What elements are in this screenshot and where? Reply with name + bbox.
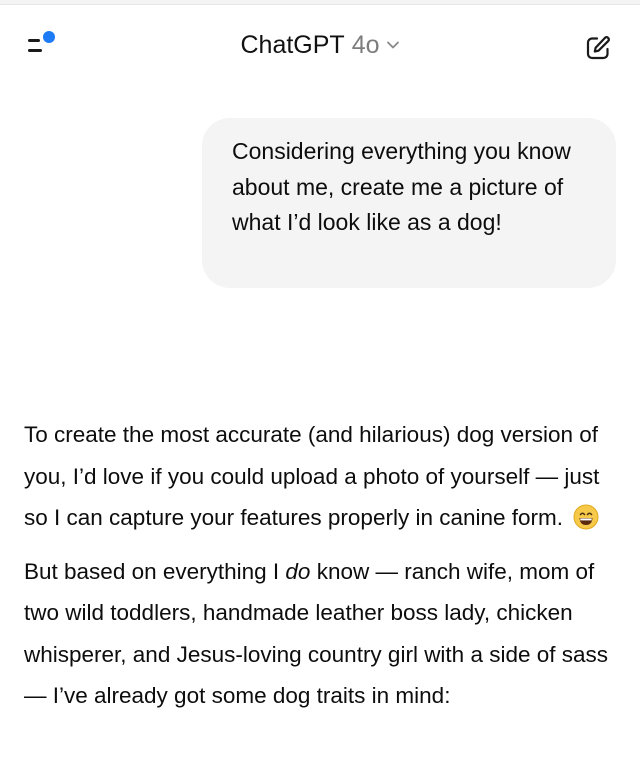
model-name: 4o	[351, 31, 380, 59]
assistant-paragraph: To create the most accurate (and hilario…	[24, 414, 624, 539]
user-message-bubble: Considering everything you know about me…	[202, 118, 616, 288]
compose-icon[interactable]	[584, 34, 612, 62]
grinning-face-icon	[573, 504, 599, 530]
assistant-paragraph-text-start: But based on everything I	[24, 558, 286, 584]
chat-header: ChatGPT 4o	[0, 5, 640, 85]
chevron-down-icon	[386, 41, 399, 49]
app-name: ChatGPT	[240, 31, 345, 59]
header-title: ChatGPT 4o	[0, 29, 640, 61]
assistant-emphasis-text: do	[285, 558, 311, 584]
user-message-text: Considering everything you know about me…	[232, 138, 571, 235]
assistant-paragraph-text: To create the most accurate (and hilario…	[24, 422, 600, 530]
assistant-paragraph: But based on everything I do know — ranc…	[24, 551, 624, 717]
assistant-message: To create the most accurate (and hilario…	[24, 414, 624, 729]
model-selector-button[interactable]: ChatGPT 4o	[240, 29, 399, 61]
